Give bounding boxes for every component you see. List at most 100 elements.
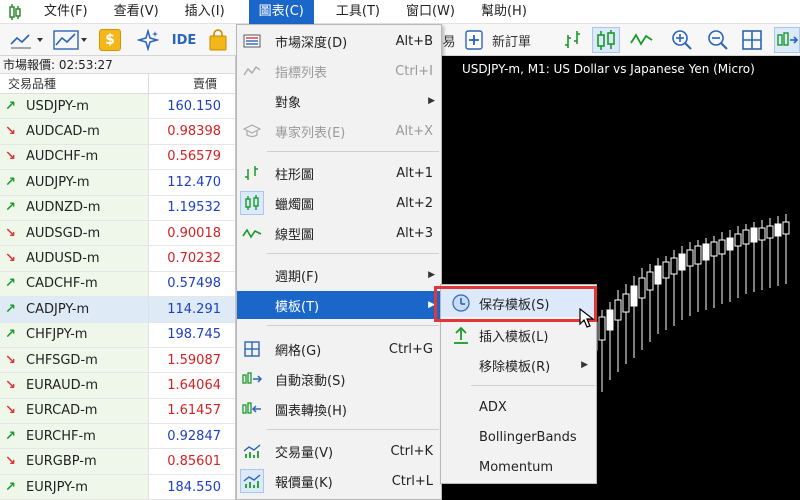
auto-scroll-button[interactable] xyxy=(774,27,800,53)
market-watch-row[interactable]: ↗ EURJPY-m 184.550 xyxy=(0,474,235,500)
market-watch-row[interactable]: ↗ AUDNZD-m 1.19532 xyxy=(0,195,235,221)
submenu-arrow-icon: ▶ xyxy=(581,360,588,370)
menu-tools[interactable]: 工具(T) xyxy=(326,0,390,24)
market-watch-header: 交易品種 賣價 xyxy=(0,74,235,94)
menu-window[interactable]: 窗口(W) xyxy=(396,0,465,24)
menu-chart[interactable]: 圖表(C) xyxy=(248,0,314,24)
market-watch-row[interactable]: ↘ AUDUSD-m 0.70232 xyxy=(0,246,235,272)
chart-type-dropdown-button[interactable] xyxy=(52,27,92,53)
menu-item-expert-list[interactable]: 專家列表(E) Alt+X xyxy=(237,117,441,145)
bar-chart-button[interactable] xyxy=(560,27,586,53)
bid-price: 114.291 xyxy=(167,301,221,317)
market-watch-row[interactable]: ↗ AUDJPY-m 112.470 xyxy=(0,170,235,196)
arrow-down-icon: ↘ xyxy=(5,124,16,140)
menu-separator xyxy=(471,385,595,386)
menu-item-load-template[interactable]: 插入模板(L) xyxy=(441,321,596,349)
auto-scroll-icon xyxy=(777,32,798,46)
bid-price: 0.85601 xyxy=(167,454,221,470)
menu-item-grid[interactable]: 網格(G) Ctrl+G xyxy=(237,335,441,363)
symbol-name: AUDCAD-m xyxy=(26,124,100,140)
bid-price: 0.92847 xyxy=(167,428,221,444)
symbol-cell: ↗ EURJPY-m xyxy=(0,474,150,500)
arrow-down-icon: ↘ xyxy=(5,352,16,368)
menu-item-indicator-list[interactable]: 指標列表 Ctrl+I xyxy=(237,57,441,85)
market-watch-row[interactable]: ↗ EURCHF-m 0.92847 xyxy=(0,424,235,450)
bid-price: 0.70232 xyxy=(167,251,221,267)
market-watch-row[interactable]: ↘ EURGBP-m 0.85601 xyxy=(0,449,235,475)
market-bag-button[interactable] xyxy=(206,27,230,53)
menu-help[interactable]: 幫助(H) xyxy=(471,0,537,24)
zoom-in-button[interactable] xyxy=(668,27,696,53)
menu-item-candlestick[interactable]: 蠟燭圖 Alt+2 xyxy=(237,189,441,217)
market-watch-row[interactable]: ↘ CHFSGD-m 1.59087 xyxy=(0,347,235,374)
menu-item-template-momentum[interactable]: Momentum xyxy=(441,453,596,481)
market-watch-row[interactable]: ↘ EURAUD-m 1.64064 xyxy=(0,373,235,399)
dollar-icon: $ xyxy=(99,29,121,51)
candle-body xyxy=(670,257,678,275)
symbol-name: CADJPY-m xyxy=(26,301,90,317)
column-header-bid[interactable]: 賣價 xyxy=(149,74,235,93)
market-watch-row[interactable]: ↗ USDJPY-m 160.150 xyxy=(0,94,235,120)
candle-body xyxy=(718,239,726,255)
market-watch-row[interactable]: ↘ EURCAD-m 1.61457 xyxy=(0,398,235,425)
dollar-button[interactable]: $ xyxy=(98,27,122,53)
arrow-down-icon: ↘ xyxy=(5,251,16,267)
menu-item-templates[interactable]: 模板(T) ▶ xyxy=(237,291,441,319)
menu-item-template-adx[interactable]: ADX xyxy=(441,393,596,421)
line-chart-button[interactable] xyxy=(628,27,656,53)
candlestick-button[interactable] xyxy=(592,27,620,53)
symbol-cell: ↗ EURCHF-m xyxy=(0,424,150,449)
new-order-button[interactable]: 新訂單 xyxy=(464,27,558,53)
menu-item-label: 專家列表(E) xyxy=(275,125,346,141)
arrow-up-icon: ↗ xyxy=(5,276,16,292)
ide-button[interactable]: IDE xyxy=(168,27,200,53)
menu-separator xyxy=(267,325,439,326)
tile-windows-button[interactable] xyxy=(738,27,766,53)
market-watch-row[interactable]: ↗ CADJPY-m 114.291 xyxy=(0,297,235,323)
indicator-icon xyxy=(237,64,267,78)
zoom-out-button[interactable] xyxy=(704,27,732,53)
grid-icon xyxy=(237,341,267,357)
menu-item-label: 蠟燭圖 xyxy=(275,197,315,213)
chart-shift-icon xyxy=(237,401,267,417)
menu-item-chart-shift[interactable]: 圖表轉換(H) xyxy=(237,395,441,423)
symbol-cell: ↘ AUDUSD-m xyxy=(0,246,150,271)
symbol-name: CHFJPY-m xyxy=(26,327,88,343)
arrow-up-icon: ↗ xyxy=(5,327,16,343)
market-watch-row[interactable]: ↘ AUDSGD-m 0.90018 xyxy=(0,220,235,247)
bid-price: 0.56579 xyxy=(167,149,221,165)
market-watch-row[interactable]: ↘ AUDCAD-m 0.98398 xyxy=(0,119,235,145)
market-watch-row[interactable]: ↗ CHFJPY-m 198.745 xyxy=(0,322,235,348)
candlestick-icon xyxy=(240,191,264,215)
menu-item-remove-template[interactable]: 移除模板(R) ▶ xyxy=(441,351,596,379)
menu-item-tick-volumes[interactable]: 報價量(K) Ctrl+L xyxy=(237,467,441,495)
menu-item-bar-chart[interactable]: 柱形圖 Alt+1 xyxy=(237,159,441,187)
menu-bar: 文件(F) 查看(V) 插入(I) 圖表(C) 工具(T) 窗口(W) 幫助(H… xyxy=(0,0,800,24)
bid-price: 1.19532 xyxy=(167,200,221,216)
column-header-symbol[interactable]: 交易品種 xyxy=(0,74,150,93)
volume-icon xyxy=(237,443,267,459)
market-watch-row[interactable]: ↗ CADCHF-m 0.57498 xyxy=(0,271,235,298)
menu-insert[interactable]: 插入(I) xyxy=(175,0,235,24)
arrow-down-icon: ↘ xyxy=(5,454,16,470)
symbol-name: EURJPY-m xyxy=(26,479,88,495)
market-watch-row[interactable]: ↘ AUDCHF-m 0.56579 xyxy=(0,144,235,171)
menu-item-label: 報價量(K) xyxy=(275,475,333,491)
menu-item-auto-scroll[interactable]: 自動滾動(S) xyxy=(237,365,441,393)
symbol-name: AUDCHF-m xyxy=(26,149,99,165)
menu-item-objects[interactable]: 對象 ▶ xyxy=(237,87,441,115)
sparkle-button[interactable] xyxy=(136,27,160,53)
candle-body xyxy=(694,245,702,265)
menu-view[interactable]: 查看(V) xyxy=(104,0,169,24)
menu-item-shortcut: Alt+X xyxy=(395,123,433,139)
menu-item-line-chart[interactable]: 線型圖 Alt+3 xyxy=(237,219,441,247)
arrow-up-icon: ↗ xyxy=(5,98,16,114)
candle-body xyxy=(678,253,686,271)
menu-item-periods[interactable]: 週期(F) ▶ xyxy=(237,261,441,289)
menu-item-market-depth[interactable]: 市場深度(D) Alt+B xyxy=(237,27,441,55)
menu-item-template-bollinger[interactable]: BollingerBands xyxy=(441,423,596,451)
menu-file[interactable]: 文件(F) xyxy=(34,0,98,24)
menu-item-volumes[interactable]: 交易量(V) Ctrl+K xyxy=(237,437,441,465)
line-chart-dropdown-button[interactable] xyxy=(8,27,48,53)
bid-price: 0.98398 xyxy=(167,124,221,140)
